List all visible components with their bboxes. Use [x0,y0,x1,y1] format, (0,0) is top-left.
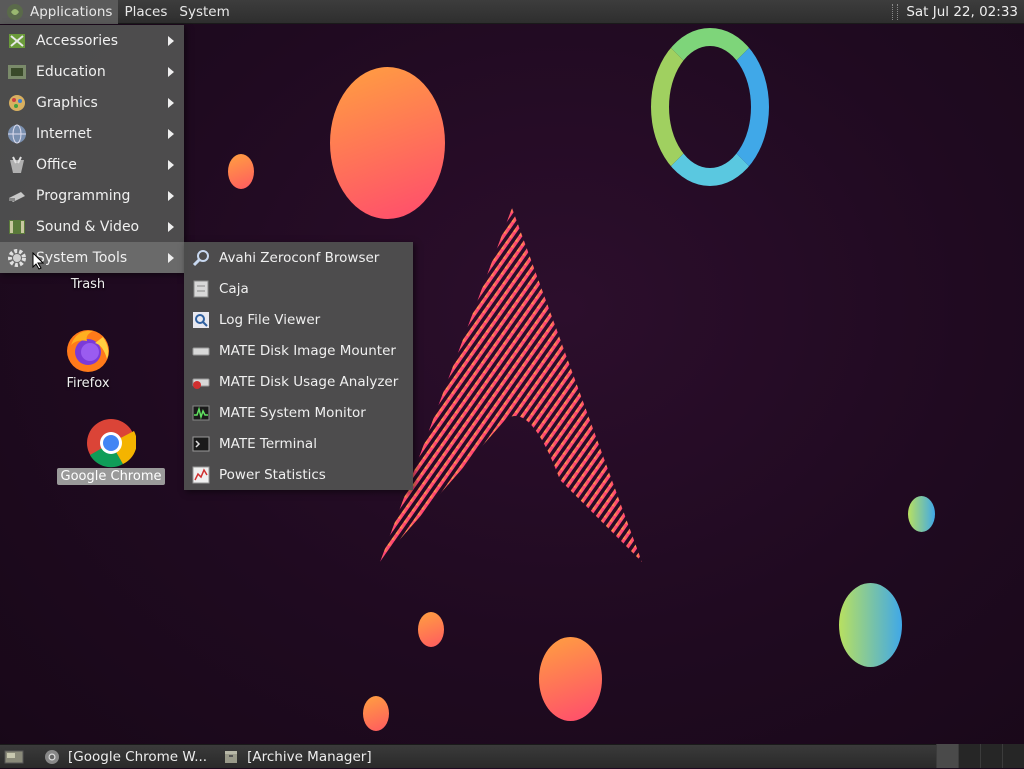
taskbar-item-chrome[interactable]: [Google Chrome W... [38,745,213,769]
submenu-label: MATE Disk Image Mounter [219,342,396,359]
menu-item-internet[interactable]: Internet [0,118,184,149]
submenu-arrow-icon [168,190,174,201]
menu-item-education[interactable]: Education [0,56,184,87]
menu-item-programming[interactable]: Programming [0,180,184,211]
submenu-arrow-icon [168,221,174,232]
submenu-item-disk-usage[interactable]: MATE Disk Usage Analyzer [184,366,413,397]
chrome-icon [45,749,59,764]
submenu-arrow-icon [168,159,174,170]
mouse-cursor-icon [32,252,44,270]
chrome-label: Google Chrome [56,468,166,485]
submenu-item-terminal[interactable]: MATE Terminal [184,428,413,459]
menu-item-office[interactable]: Office [0,149,184,180]
disk-usage-icon [191,372,211,392]
submenu-label: MATE System Monitor [219,404,366,421]
firefox-icon [67,330,109,372]
menu-label: Sound & Video [36,218,140,235]
wallpaper-orange-dot-small [228,154,254,189]
places-menu-button[interactable]: Places [118,0,173,24]
mate-logo-icon [7,3,23,20]
log-viewer-icon [191,310,211,330]
taskbar-label: [Google Chrome W... [68,748,208,765]
disk-mounter-icon [191,341,211,361]
show-desktop-button[interactable] [0,745,28,769]
taskbar-label: [Archive Manager] [247,748,372,765]
workspace-2[interactable] [958,744,981,768]
submenu-arrow-icon [168,128,174,139]
menu-label: Programming [36,187,131,204]
accessories-icon [6,30,28,52]
top-panel: Applications Places System Sat Jul 22, 0… [0,0,1024,24]
wallpaper-green-blue-circle [839,583,902,667]
graphics-icon [6,92,28,114]
menu-label: Graphics [36,94,98,111]
menu-label: Education [36,63,106,80]
applications-label: Applications [30,3,113,20]
power-stats-icon [191,465,211,485]
wallpaper-ring [651,28,769,186]
submenu-item-avahi[interactable]: Avahi Zeroconf Browser [184,242,413,273]
submenu-label: MATE Disk Usage Analyzer [219,373,399,390]
menu-label: Accessories [36,32,119,49]
sound-video-icon [6,216,28,238]
submenu-label: Caja [219,280,249,297]
caja-icon [191,279,211,299]
avahi-icon [191,248,211,268]
firefox-label: Firefox [66,376,110,391]
bottom-panel: [Google Chrome W... [Archive Manager] [0,744,1024,768]
taskbar-item-archive-manager[interactable]: [Archive Manager] [217,745,378,769]
submenu-label: MATE Terminal [219,435,317,452]
clock: Sat Jul 22, 02:33 [906,4,1018,20]
submenu-arrow-icon [168,97,174,108]
terminal-icon [191,434,211,454]
submenu-arrow-icon [168,66,174,77]
menu-item-system-tools[interactable]: System Tools [0,242,184,273]
panel-separator [892,4,899,20]
system-menu-button[interactable]: System [173,0,235,24]
desktop-icon-trash[interactable]: Trash [33,276,143,293]
programming-icon [6,185,28,207]
menu-label: Internet [36,125,92,142]
menu-label: Office [36,156,77,173]
system-tools-submenu: Avahi Zeroconf Browser Caja Log File Vie… [184,242,413,490]
menu-item-graphics[interactable]: Graphics [0,87,184,118]
trash-label: Trash [70,277,106,292]
menu-item-accessories[interactable]: Accessories [0,25,184,56]
submenu-item-system-monitor[interactable]: MATE System Monitor [184,397,413,428]
show-desktop-icon [4,750,24,763]
applications-menu-button[interactable]: Applications [0,0,119,24]
menu-item-sound-video[interactable]: Sound & Video [0,211,184,242]
wallpaper-orange-dot-1 [418,612,444,647]
submenu-item-caja[interactable]: Caja [184,273,413,304]
system-monitor-icon [191,403,211,423]
workspace-3[interactable] [980,744,1003,768]
submenu-arrow-icon [168,252,174,263]
menu-label: System Tools [36,249,128,266]
applications-menu: Accessories Education Graphics Internet … [0,25,184,273]
chrome-icon [87,419,136,468]
submenu-label: Power Statistics [219,466,326,483]
clock-applet[interactable]: Sat Jul 22, 02:33 [892,0,1024,24]
desktop-icon-firefox[interactable]: Firefox [33,325,143,392]
workspace-4[interactable] [1002,744,1024,768]
system-label: System [179,3,230,20]
workspace-1[interactable] [936,744,959,768]
education-icon [6,61,28,83]
submenu-item-disk-mounter[interactable]: MATE Disk Image Mounter [184,335,413,366]
places-label: Places [124,3,168,20]
desktop-icon-chrome[interactable]: Google Chrome [56,418,166,485]
archive-manager-icon [225,750,238,763]
internet-icon [6,123,28,145]
submenu-label: Log File Viewer [219,311,321,328]
submenu-label: Avahi Zeroconf Browser [219,249,380,266]
submenu-arrow-icon [168,35,174,46]
wallpaper-orange-circle-large [330,67,445,219]
wallpaper-orange-dot-2 [363,696,389,731]
wallpaper-green-blue-dot [908,496,935,532]
system-tools-icon [6,247,28,269]
office-icon [6,154,28,176]
submenu-item-power-statistics[interactable]: Power Statistics [184,459,413,490]
wallpaper-orange-circle-bottom [539,637,602,721]
submenu-item-log-viewer[interactable]: Log File Viewer [184,304,413,335]
